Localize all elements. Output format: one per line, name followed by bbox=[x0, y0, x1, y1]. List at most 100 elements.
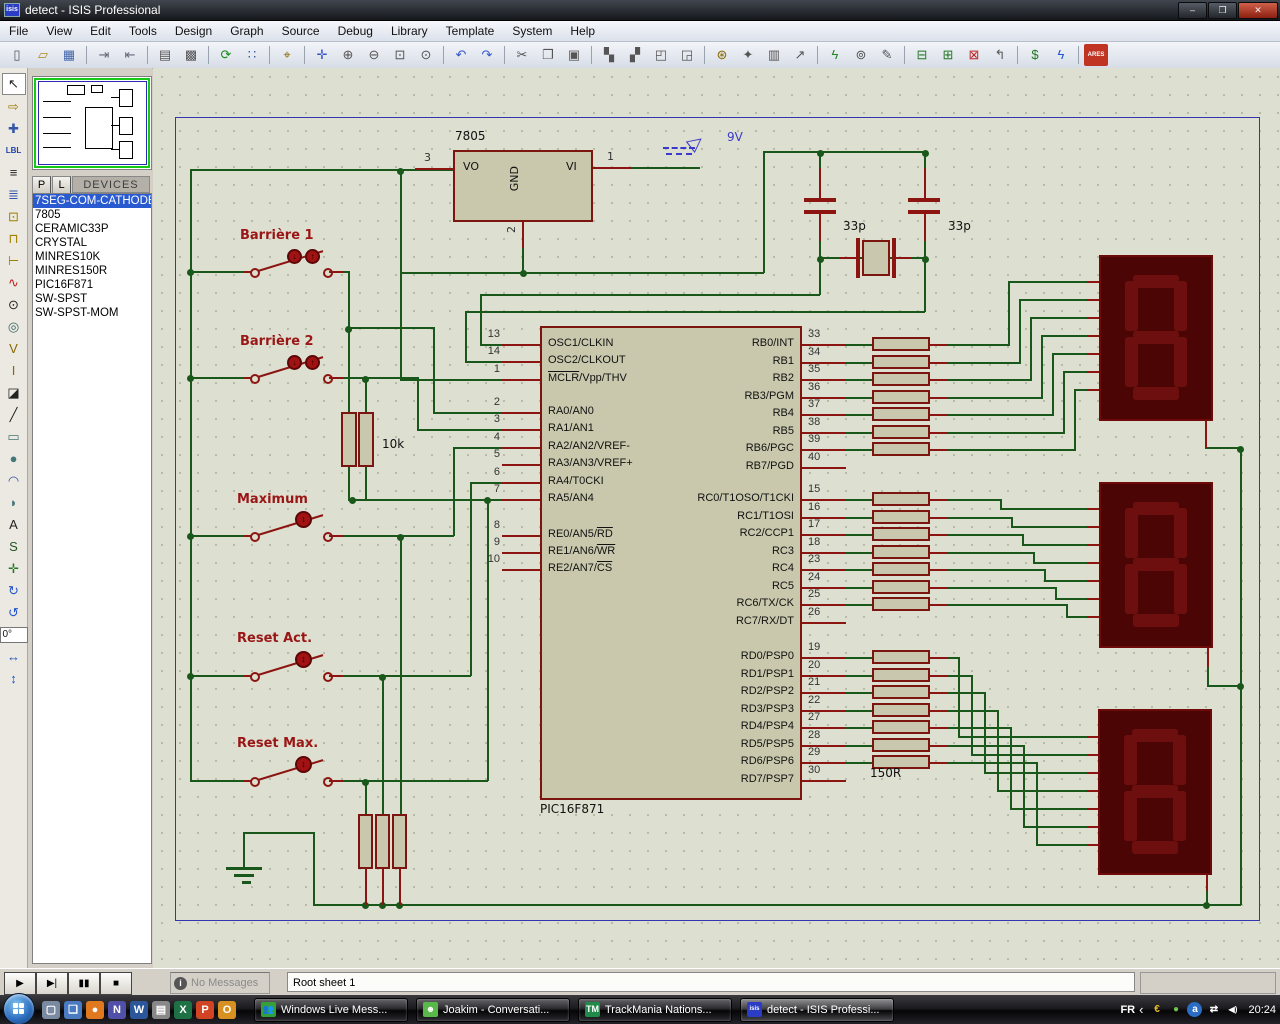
resistor-150r[interactable] bbox=[872, 442, 930, 456]
resistor-150r[interactable] bbox=[872, 703, 930, 717]
terminal-tool[interactable]: ⊓ bbox=[3, 229, 25, 249]
netlist-to-ares-icon[interactable]: ARES bbox=[1084, 44, 1108, 66]
device-item-7seg-com-cathode[interactable]: 7SEG-COM-CATHODE bbox=[33, 194, 151, 208]
2d-text-tool[interactable]: A bbox=[3, 515, 25, 535]
packaging-tool-icon[interactable]: ▥ bbox=[762, 44, 786, 66]
bus-tool[interactable]: ≣ bbox=[3, 185, 25, 205]
resistor-150r[interactable] bbox=[872, 407, 930, 421]
2d-symbol-tool[interactable]: S bbox=[3, 537, 25, 557]
device-item-7805[interactable]: 7805 bbox=[33, 208, 151, 222]
library-button[interactable]: L bbox=[52, 176, 71, 194]
resistor-150r[interactable] bbox=[872, 668, 930, 682]
zoom-window-icon[interactable]: ⊡ bbox=[388, 44, 412, 66]
taskbar-button[interactable]: ☻Joakim - Conversati... bbox=[416, 998, 570, 1022]
volume-icon[interactable]: ◀) bbox=[1225, 1002, 1240, 1017]
stop-button[interactable]: ■ bbox=[100, 972, 132, 995]
menu-library[interactable]: Library bbox=[382, 22, 437, 40]
language-indicator[interactable]: FR bbox=[1120, 1004, 1135, 1016]
copy-icon[interactable]: ❐ bbox=[536, 44, 560, 66]
resistor-150r[interactable] bbox=[872, 527, 930, 541]
taskbar-button[interactable]: isisdetect - ISIS Professi... bbox=[740, 998, 894, 1022]
rotate-ccw-tool[interactable]: ↺ bbox=[3, 603, 25, 623]
device-item-ceramic33p[interactable]: CERAMIC33P bbox=[33, 222, 151, 236]
print-icon[interactable]: ▤ bbox=[153, 44, 177, 66]
toggle-up-button[interactable]: ↑ bbox=[305, 355, 320, 370]
mirror-h-tool[interactable]: ↔ bbox=[3, 647, 25, 667]
search-tag-icon[interactable]: ⊚ bbox=[849, 44, 873, 66]
block-delete-icon[interactable]: ◲ bbox=[675, 44, 699, 66]
toggle-grid-icon[interactable]: ∷ bbox=[240, 44, 264, 66]
zoom-all-icon[interactable]: ⊙ bbox=[414, 44, 438, 66]
network-icon[interactable]: ⇄ bbox=[1206, 1002, 1221, 1017]
2d-arc-tool[interactable]: ◠ bbox=[3, 471, 25, 491]
resistor-pulldown[interactable] bbox=[358, 814, 373, 869]
device-pin-tool[interactable]: ⊢ bbox=[3, 251, 25, 271]
remove-sheet-icon[interactable]: ⊠ bbox=[962, 44, 986, 66]
zoom-out-icon[interactable]: ⊖ bbox=[362, 44, 386, 66]
word-icon[interactable]: W bbox=[130, 1001, 148, 1019]
import-section-icon[interactable]: ⇥ bbox=[92, 44, 116, 66]
menu-design[interactable]: Design bbox=[166, 22, 221, 40]
resistor-150r[interactable] bbox=[872, 510, 930, 524]
property-assignment-icon[interactable]: ✎ bbox=[875, 44, 899, 66]
restore-button[interactable]: ❐ bbox=[1208, 2, 1237, 19]
new-sheet-icon[interactable]: ⊞ bbox=[936, 44, 960, 66]
messenger-euro-icon[interactable]: € bbox=[1149, 1002, 1164, 1017]
tray-chevron[interactable]: ‹ bbox=[1139, 1002, 1143, 1017]
resistor-150r[interactable] bbox=[872, 720, 930, 734]
paste-icon[interactable]: ▣ bbox=[562, 44, 586, 66]
angle-field[interactable]: 0° bbox=[0, 627, 28, 643]
resistor-150r[interactable] bbox=[872, 390, 930, 404]
overview-minimap[interactable] bbox=[32, 76, 152, 170]
document-icon[interactable]: ▤ bbox=[152, 1001, 170, 1019]
resistor-150r[interactable] bbox=[872, 738, 930, 752]
presence-icon[interactable]: ● bbox=[1168, 1002, 1183, 1017]
subcircuit-tool[interactable]: ⊡ bbox=[3, 207, 25, 227]
block-copy-icon[interactable]: ▚ bbox=[597, 44, 621, 66]
resistor-150r[interactable] bbox=[872, 597, 930, 611]
menu-view[interactable]: View bbox=[37, 22, 81, 40]
device-item-crystal[interactable]: CRYSTAL bbox=[33, 236, 151, 250]
show-desktop-icon[interactable]: ▢ bbox=[42, 1001, 60, 1019]
menu-edit[interactable]: Edit bbox=[81, 22, 120, 40]
resistor-150r[interactable] bbox=[872, 545, 930, 559]
pause-button[interactable]: ▮▮ bbox=[68, 972, 100, 995]
export-section-icon[interactable]: ⇤ bbox=[118, 44, 142, 66]
component-tool[interactable]: ⇨ bbox=[3, 97, 25, 117]
push-button[interactable]: ↕ bbox=[295, 651, 312, 668]
menu-graph[interactable]: Graph bbox=[221, 22, 272, 40]
2d-path-tool[interactable]: ◗ bbox=[3, 493, 25, 513]
device-item-minres10k[interactable]: MINRES10K bbox=[33, 250, 151, 264]
toggle-down-button[interactable]: ↓ bbox=[287, 355, 302, 370]
decompose-icon[interactable]: ↗ bbox=[788, 44, 812, 66]
device-item-minres150r[interactable]: MINRES150R bbox=[33, 264, 151, 278]
graph-tool[interactable]: ∿ bbox=[3, 273, 25, 293]
resistor-10k[interactable] bbox=[341, 412, 357, 467]
pick-parts-button[interactable]: P bbox=[32, 176, 51, 194]
device-item-pic16f871[interactable]: PIC16F871 bbox=[33, 278, 151, 292]
resistor-pulldown[interactable] bbox=[392, 814, 407, 869]
resistor-150r[interactable] bbox=[872, 492, 930, 506]
electrical-check-icon[interactable]: ϟ bbox=[1049, 44, 1073, 66]
resistor-pulldown[interactable] bbox=[375, 814, 390, 869]
resistor-150r[interactable] bbox=[872, 372, 930, 386]
open-file-icon[interactable]: ▱ bbox=[31, 44, 55, 66]
text-script-tool[interactable]: ≡ bbox=[3, 163, 25, 183]
menu-source[interactable]: Source bbox=[273, 22, 329, 40]
rotate-cw-tool[interactable]: ↻ bbox=[3, 581, 25, 601]
resistor-150r[interactable] bbox=[872, 425, 930, 439]
push-button[interactable]: ↕ bbox=[295, 756, 312, 773]
2d-marker-tool[interactable]: ✛ bbox=[3, 559, 25, 579]
make-device-icon[interactable]: ✦ bbox=[736, 44, 760, 66]
virtual-instruments-tool[interactable]: ◪ bbox=[3, 383, 25, 403]
minimize-button[interactable]: – bbox=[1178, 2, 1207, 19]
2d-line-tool[interactable]: ╱ bbox=[3, 405, 25, 425]
menu-debug[interactable]: Debug bbox=[329, 22, 382, 40]
tape-recorder-tool[interactable]: ⊙ bbox=[3, 295, 25, 315]
taskbar-button[interactable]: 👥Windows Live Mess... bbox=[254, 998, 408, 1022]
resistor-150r[interactable] bbox=[872, 562, 930, 576]
excel-icon[interactable]: X bbox=[174, 1001, 192, 1019]
switch-windows-icon[interactable]: ❏ bbox=[64, 1001, 82, 1019]
new-file-icon[interactable]: ▯ bbox=[5, 44, 29, 66]
cut-icon[interactable]: ✂ bbox=[510, 44, 534, 66]
